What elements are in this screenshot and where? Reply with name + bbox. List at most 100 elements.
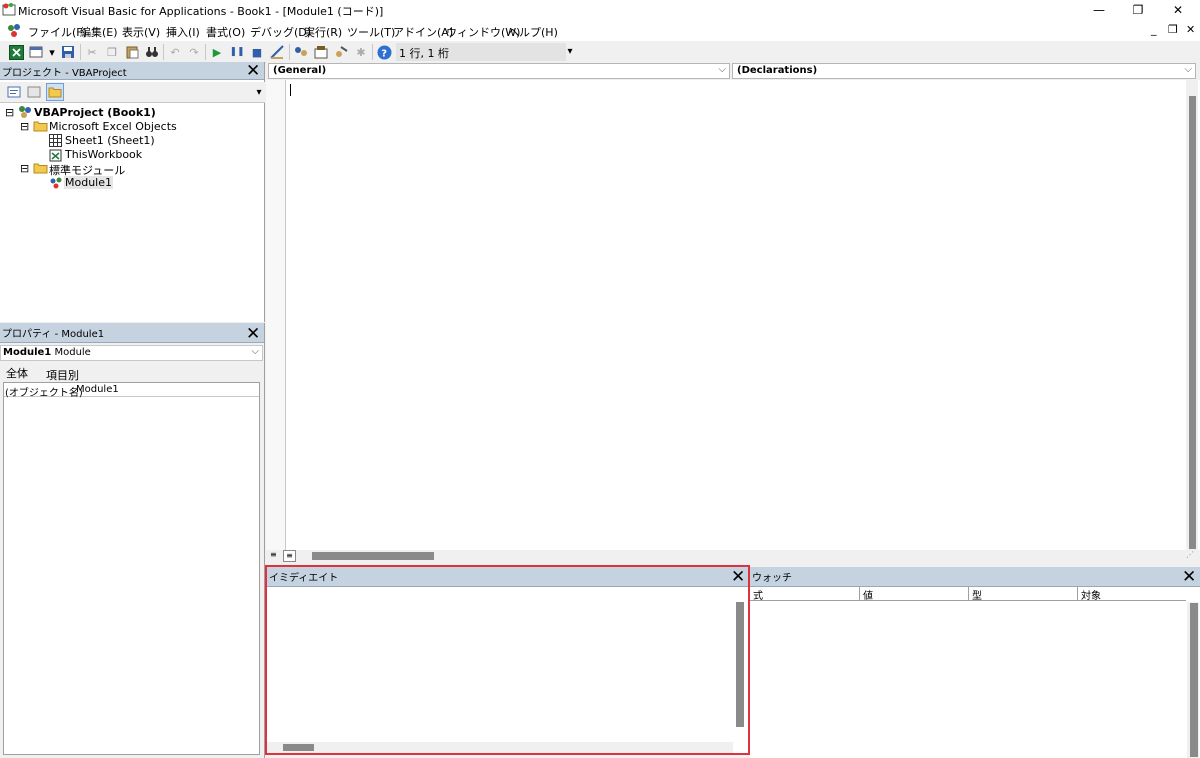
code-editor[interactable] bbox=[286, 80, 1186, 550]
tree-thisworkbook[interactable]: ThisWorkbook bbox=[65, 148, 142, 161]
menu-debug[interactable]: デバッグ(D) bbox=[250, 24, 311, 40]
watch-close-icon[interactable]: ✕ bbox=[1182, 569, 1196, 586]
immediate-horizontal-scrollbar[interactable] bbox=[267, 742, 733, 753]
close-button[interactable]: ✕ bbox=[1155, 0, 1200, 20]
menu-file[interactable]: ファイル(F) bbox=[28, 24, 87, 40]
run-icon[interactable]: ▶ bbox=[209, 44, 225, 60]
menu-edit[interactable]: 編集(E) bbox=[80, 24, 118, 40]
cut-icon[interactable]: ✂ bbox=[84, 44, 100, 60]
immediate-vertical-scrollbar[interactable] bbox=[734, 588, 746, 742]
insert-userform-icon[interactable] bbox=[28, 44, 44, 60]
object-browser-icon[interactable] bbox=[333, 44, 349, 60]
save-icon[interactable] bbox=[60, 44, 76, 60]
full-module-view-icon[interactable]: ≡ bbox=[283, 550, 296, 562]
copy-icon[interactable]: ❐ bbox=[104, 44, 120, 60]
menu-format[interactable]: 書式(O) bbox=[206, 24, 245, 40]
minimize-icon: — bbox=[1093, 3, 1105, 17]
properties-header: プロパティ - Module1 bbox=[0, 323, 264, 343]
property-value[interactable]: Module1 bbox=[76, 384, 119, 395]
mdi-minimize-button[interactable]: _ bbox=[1151, 23, 1157, 36]
project-explorer: プロジェクト - VBAProject ✕ ▾ ⊟ VBAProject (Bo… bbox=[0, 62, 265, 322]
vba-app-icon bbox=[2, 3, 16, 16]
close-icon: ✕ bbox=[1172, 3, 1184, 17]
excel-icon[interactable] bbox=[8, 44, 24, 60]
toolbar-options-icon[interactable]: ▾ bbox=[562, 43, 578, 59]
view-object-icon[interactable] bbox=[26, 84, 42, 100]
toolbox-icon[interactable]: ✱ bbox=[353, 44, 369, 60]
chevron-down-icon: ⌵ bbox=[251, 346, 259, 357]
collapse-vbaproject-icon[interactable]: ⊟ bbox=[5, 106, 14, 119]
worksheet-icon bbox=[49, 134, 62, 147]
project-explorer-icon[interactable] bbox=[293, 44, 309, 60]
properties-object-select[interactable]: Module1 Module ⌵ bbox=[0, 345, 263, 361]
watch-column-value[interactable]: 値 bbox=[860, 587, 969, 602]
menu-help[interactable]: ヘルプ(H) bbox=[508, 24, 558, 40]
redo-icon[interactable]: ↷ bbox=[186, 44, 202, 60]
restore-icon: ❐ bbox=[1132, 3, 1144, 17]
code-margin[interactable] bbox=[266, 80, 286, 550]
watch-window: ウォッチ ✕ 式 値 型 対象 bbox=[750, 567, 1200, 758]
svg-text:?: ? bbox=[381, 48, 387, 59]
mdi-close-button[interactable]: ✕ bbox=[1186, 23, 1195, 36]
property-row[interactable]: (オブジェクト名) Module1 bbox=[4, 383, 259, 399]
tab-categorized[interactable]: 項目別 bbox=[46, 367, 79, 383]
tree-excel-objects[interactable]: Microsoft Excel Objects bbox=[49, 120, 177, 133]
project-explorer-header: プロジェクト - VBAProject bbox=[0, 62, 264, 80]
watch-header: ウォッチ bbox=[750, 567, 1200, 587]
project-explorer-toolbar: ▾ bbox=[0, 82, 265, 103]
immediate-window: イミディエイト ✕ bbox=[265, 565, 750, 755]
scrollbar-thumb[interactable] bbox=[1190, 603, 1198, 757]
view-code-icon[interactable] bbox=[6, 84, 22, 100]
tab-alphabetic[interactable]: 全体 bbox=[6, 365, 28, 381]
scrollbar-thumb[interactable] bbox=[1189, 96, 1196, 549]
watch-vertical-scrollbar[interactable] bbox=[1187, 602, 1199, 758]
toggle-folders-icon[interactable] bbox=[46, 83, 64, 101]
immediate-close-icon[interactable]: ✕ bbox=[731, 569, 745, 586]
properties-close-icon[interactable]: ✕ bbox=[246, 326, 260, 343]
vbaproject-icon bbox=[19, 106, 31, 118]
tree-vbaproject[interactable]: VBAProject (Book1) bbox=[34, 106, 156, 119]
find-icon[interactable] bbox=[144, 44, 160, 60]
menu-tools[interactable]: ツール(T) bbox=[347, 24, 395, 40]
undo-icon[interactable]: ↶ bbox=[167, 44, 183, 60]
mdi-restore-button[interactable]: ❐ bbox=[1168, 23, 1178, 36]
code-vertical-scrollbar[interactable] bbox=[1186, 80, 1198, 550]
menu-view[interactable]: 表示(V) bbox=[122, 24, 160, 40]
dropdown-arrow-icon[interactable]: ▾ bbox=[44, 44, 60, 60]
menu-run[interactable]: 実行(R) bbox=[304, 24, 342, 40]
tree-module1[interactable]: Module1 bbox=[64, 176, 113, 189]
scrollbar-thumb[interactable] bbox=[312, 552, 434, 560]
watch-column-expression[interactable]: 式 bbox=[750, 587, 860, 602]
procedure-combo[interactable]: (Declarations) ⌵ bbox=[732, 63, 1196, 79]
excel-view-icon[interactable] bbox=[6, 23, 22, 38]
project-explorer-options-icon[interactable]: ▾ bbox=[251, 84, 267, 100]
immediate-input[interactable] bbox=[267, 588, 733, 742]
scrollbar-thumb[interactable] bbox=[283, 744, 314, 751]
reset-icon[interactable]: ■ bbox=[249, 44, 265, 60]
code-horizontal-scrollbar[interactable]: ≡ ≡ ⋰ bbox=[266, 550, 1200, 562]
immediate-header: イミディエイト bbox=[267, 567, 748, 587]
folder-open-icon bbox=[33, 121, 48, 132]
object-combo[interactable]: (General) ⌵ bbox=[268, 63, 730, 79]
menu-addins[interactable]: アドイン(A) bbox=[393, 24, 453, 40]
column-label: 対象 bbox=[1081, 591, 1101, 602]
help-icon[interactable]: ? bbox=[376, 44, 392, 60]
project-explorer-close-icon[interactable]: ✕ bbox=[246, 63, 260, 80]
watch-list[interactable] bbox=[750, 602, 1186, 758]
paste-icon[interactable] bbox=[124, 44, 140, 60]
menu-insert[interactable]: 挿入(I) bbox=[166, 24, 200, 40]
procedure-view-icon[interactable]: ≡ bbox=[270, 550, 277, 559]
watch-column-type[interactable]: 型 bbox=[969, 587, 1078, 602]
folder-open-icon bbox=[33, 163, 48, 174]
watch-title: ウォッチ bbox=[752, 573, 792, 584]
immediate-title: イミディエイト bbox=[269, 573, 339, 584]
tree-sheet1[interactable]: Sheet1 (Sheet1) bbox=[65, 134, 155, 147]
break-icon[interactable]: ❚❚ bbox=[229, 44, 245, 60]
properties-window-icon[interactable] bbox=[313, 44, 329, 60]
watch-column-context[interactable]: 対象 bbox=[1078, 587, 1186, 602]
collapse-excel-objects-icon[interactable]: ⊟ bbox=[20, 120, 29, 133]
scrollbar-thumb[interactable] bbox=[736, 602, 744, 727]
collapse-modules-icon[interactable]: ⊟ bbox=[20, 162, 29, 175]
design-mode-icon[interactable] bbox=[269, 44, 285, 60]
resize-grip-icon: ⋰ bbox=[1186, 550, 1194, 559]
